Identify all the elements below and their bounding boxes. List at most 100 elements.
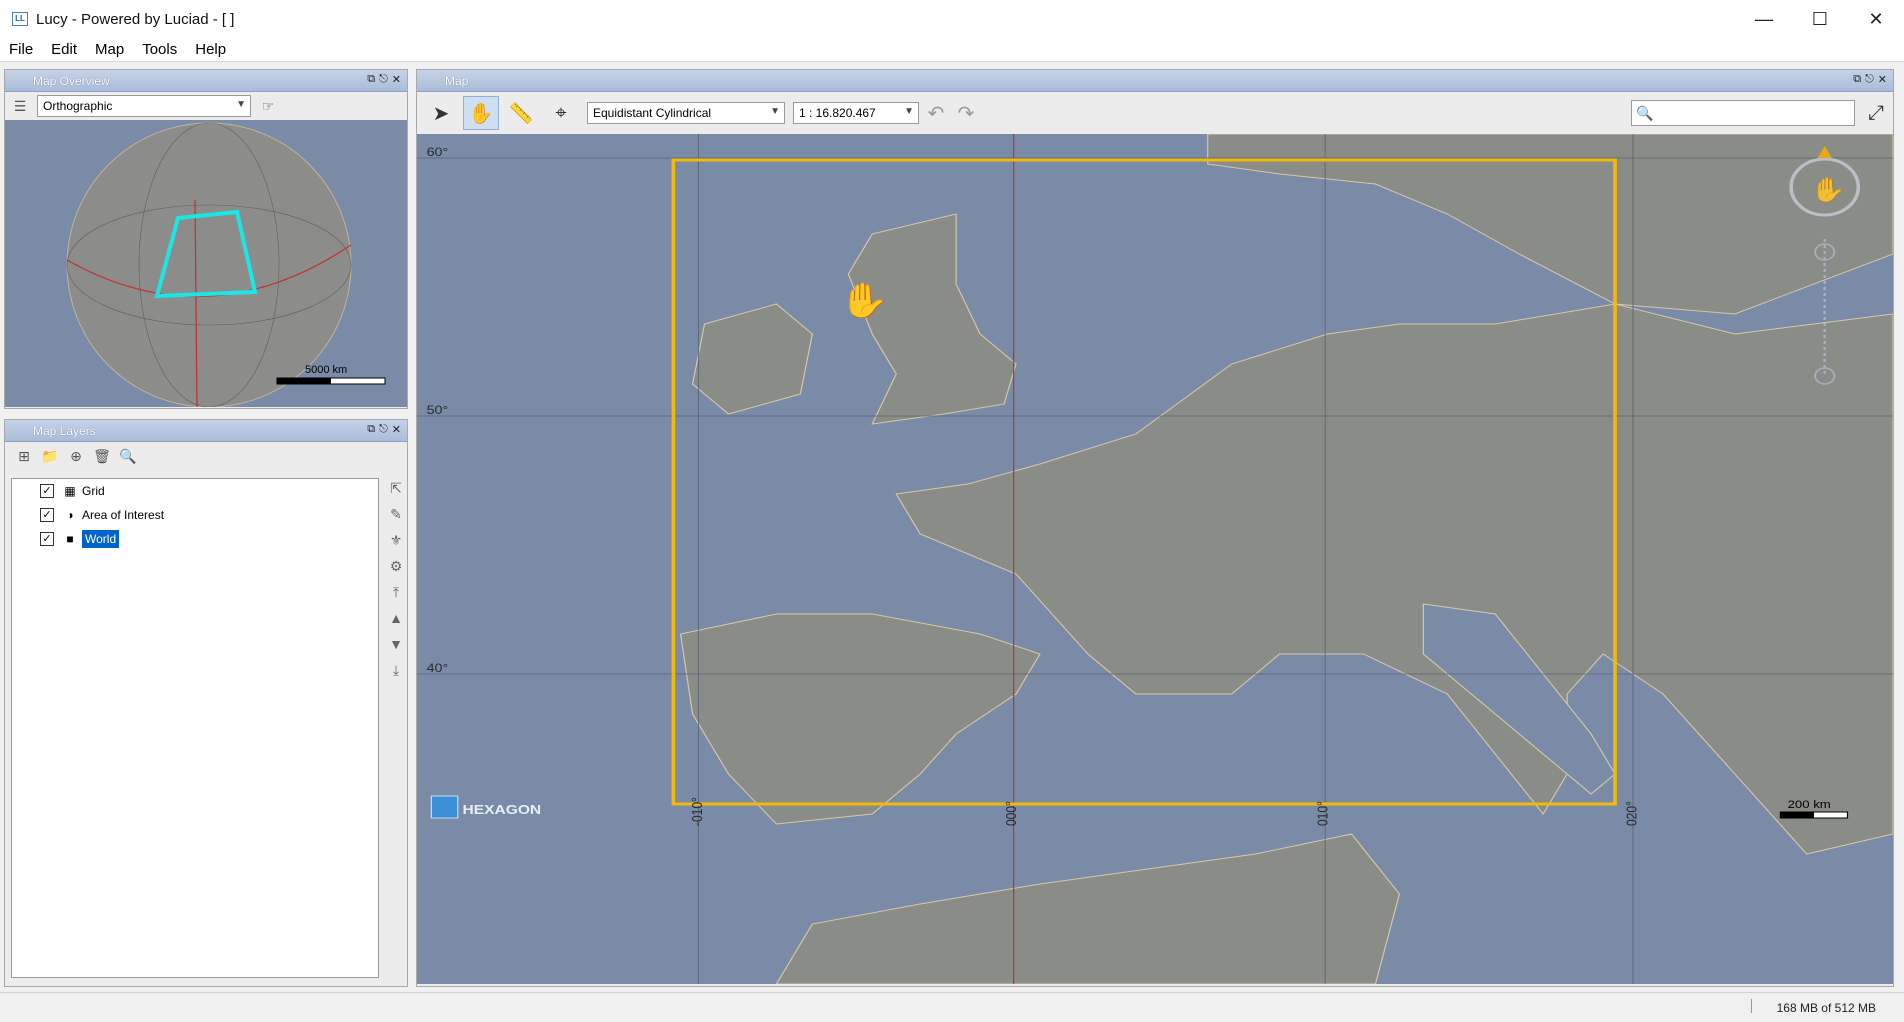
overview-scale-label: 5000 km	[305, 364, 347, 376]
overview-globe[interactable]: 5000 km	[5, 120, 407, 407]
pan-tool-button[interactable]: ✋	[463, 96, 499, 130]
memory-status: 168 MB of 512 MB	[1776, 1001, 1876, 1015]
pan-to-icon[interactable]: ☞	[257, 95, 279, 117]
chevron-down-icon: ▼	[904, 106, 914, 117]
map-overview-panel: Map Overview ⧉ ⎋ ✕ ☰ Orthographic ▼ ☞ 50…	[4, 69, 408, 409]
undo-button[interactable]: ↶	[923, 96, 949, 130]
nav-hand-icon[interactable]: ✋	[1810, 176, 1846, 203]
world-icon: ■	[66, 532, 74, 546]
layer-tree: ✓ ▦ Grid ✓ ◑ Area of Interest ✓ ■ World	[11, 478, 379, 978]
layers-toolbar: ⊞ 📁 ⊕ 🗑 🔍	[5, 442, 407, 470]
redo-icon: ↷	[957, 102, 975, 125]
scale-select[interactable]: 1 : 16.820.467 ▼	[793, 102, 919, 124]
move-to-bottom-icon[interactable]: ⤓	[386, 660, 406, 680]
menu-file[interactable]: File	[0, 41, 42, 58]
search-layer-icon[interactable]: 🔍	[117, 445, 139, 467]
layer-checkbox[interactable]: ✓	[40, 484, 54, 498]
restore-icon[interactable]: ⧉	[367, 423, 375, 436]
close-icon[interactable]: ✕	[392, 423, 401, 436]
lon-label-minus10: -010°	[689, 797, 705, 826]
map-panel: Map ⧉ ⎋ ✕ ➤ ✋ 📏 ⌖ Equidistant Cylindrica…	[416, 69, 1894, 987]
window-controls: — ☐ ✕	[1736, 0, 1904, 38]
settings-icon[interactable]: ⚙	[386, 556, 406, 576]
projection-select[interactable]: Equidistant Cylindrical ▼	[587, 102, 785, 124]
status-separator	[1751, 999, 1752, 1013]
hand-icon: ✋	[468, 102, 494, 125]
layer-label: World	[82, 530, 120, 548]
pin-icon[interactable]: ⎋	[379, 423, 388, 436]
hexagon-brand: HEXAGON	[463, 803, 542, 817]
open-layer-icon[interactable]: 📁	[39, 445, 61, 467]
hand-cursor-icon: ✋	[839, 281, 890, 319]
overview-projection-value: Orthographic	[43, 99, 113, 113]
layer-label: Area of Interest	[82, 508, 165, 522]
layer-checkbox[interactable]: ✓	[40, 508, 54, 522]
map-scale-bar-fill	[1780, 812, 1814, 818]
map-header: Map ⧉ ⎋ ✕	[417, 70, 1893, 92]
move-up-icon[interactable]: ▲	[386, 608, 406, 628]
pin-icon[interactable]: ⎋	[379, 73, 388, 86]
layer-row-grid[interactable]: ✓ ▦ Grid	[12, 479, 378, 503]
measure-tool-button[interactable]: 📏	[503, 96, 539, 130]
delete-layer-icon[interactable]: 🗑	[91, 445, 113, 467]
close-icon[interactable]: ✕	[392, 73, 401, 86]
lat-label-50: 50°	[427, 403, 449, 417]
overview-scale-bar-fill	[277, 378, 331, 384]
pin-icon[interactable]: ⎋	[1865, 73, 1874, 86]
scale-value: 1 : 16.820.467	[799, 106, 876, 120]
chevron-down-icon: ▼	[770, 106, 780, 117]
arrow-pointer-icon: ➤	[432, 102, 450, 125]
layer-row-area-of-interest[interactable]: ✓ ◑ Area of Interest	[12, 503, 378, 527]
status-bar: 168 MB of 512 MB	[0, 992, 1904, 1022]
minimize-button[interactable]: —	[1736, 0, 1792, 38]
layer-side-tools: ⇱ ✎ ⚜ ⚙ ⤒ ▲ ▼ ⤓	[385, 478, 407, 680]
expand-icon: ⤢	[1868, 101, 1884, 124]
menu-edit[interactable]: Edit	[42, 41, 86, 58]
fullscreen-button[interactable]: ⤢	[1861, 96, 1891, 130]
search-icon: 🔍	[1636, 104, 1654, 121]
lon-label-20: 020°	[1624, 801, 1640, 826]
map-overview-title: Map Overview	[33, 73, 110, 88]
map-layers-title: Map Layers	[33, 423, 96, 438]
restore-icon[interactable]: ⧉	[367, 73, 375, 86]
app-icon: LL	[12, 12, 28, 26]
ruler-icon: 📏	[508, 102, 534, 125]
layer-row-world[interactable]: ✓ ■ World	[12, 527, 378, 551]
close-button[interactable]: ✕	[1848, 0, 1904, 38]
add-layer-icon[interactable]: ⊞	[13, 445, 35, 467]
redo-button[interactable]: ↷	[953, 96, 979, 130]
lon-label-0: 000°	[1003, 801, 1019, 826]
chevron-down-icon: ▼	[236, 99, 246, 110]
close-icon[interactable]: ✕	[1878, 73, 1887, 86]
window-title: Lucy - Powered by Luciad - [ ]	[36, 10, 235, 28]
panel-controls: ⧉ ⎋ ✕	[1853, 73, 1887, 86]
edit-icon[interactable]: ✎	[386, 504, 406, 524]
layer-checkbox[interactable]: ✓	[40, 532, 54, 546]
move-down-icon[interactable]: ▼	[386, 634, 406, 654]
add-service-icon[interactable]: ⊕	[65, 445, 87, 467]
map-search-input[interactable]: 🔍	[1631, 100, 1855, 126]
title-bar: LL Lucy - Powered by Luciad - [ ] — ☐ ✕	[0, 0, 1904, 38]
select-layer-icon[interactable]: ⇱	[386, 478, 406, 498]
menu-bar: File Edit Map Tools Help	[0, 38, 1904, 62]
panel-controls: ⧉ ⎋ ✕	[367, 73, 401, 86]
move-to-top-icon[interactable]: ⤒	[386, 582, 406, 602]
select-tool-button[interactable]: ➤	[423, 96, 459, 130]
crosshair-icon: ⌖	[555, 101, 567, 124]
panel-controls: ⧉ ⎋ ✕	[367, 423, 401, 436]
menu-map[interactable]: Map	[86, 41, 133, 58]
grid-icon: ▦	[64, 484, 76, 498]
center-tool-button[interactable]: ⌖	[543, 96, 579, 130]
globe-icon: ◑	[66, 508, 74, 522]
layer-label: Grid	[82, 484, 105, 498]
overview-projection-select[interactable]: Orthographic ▼	[37, 95, 251, 117]
maximize-button[interactable]: ☐	[1792, 0, 1848, 38]
map-layers-header: Map Layers ⧉ ⎋ ✕	[5, 420, 407, 442]
map-canvas[interactable]: 60° 50° 40° -010° 000° 010° 020° ✋ ✋ HEX…	[417, 134, 1893, 984]
label-icon[interactable]: ⚜	[386, 530, 406, 550]
menu-tools[interactable]: Tools	[133, 41, 186, 58]
restore-icon[interactable]: ⧉	[1853, 73, 1861, 86]
list-icon[interactable]: ☰	[9, 95, 31, 117]
hexagon-logo-icon	[430, 795, 459, 819]
menu-help[interactable]: Help	[186, 41, 235, 58]
